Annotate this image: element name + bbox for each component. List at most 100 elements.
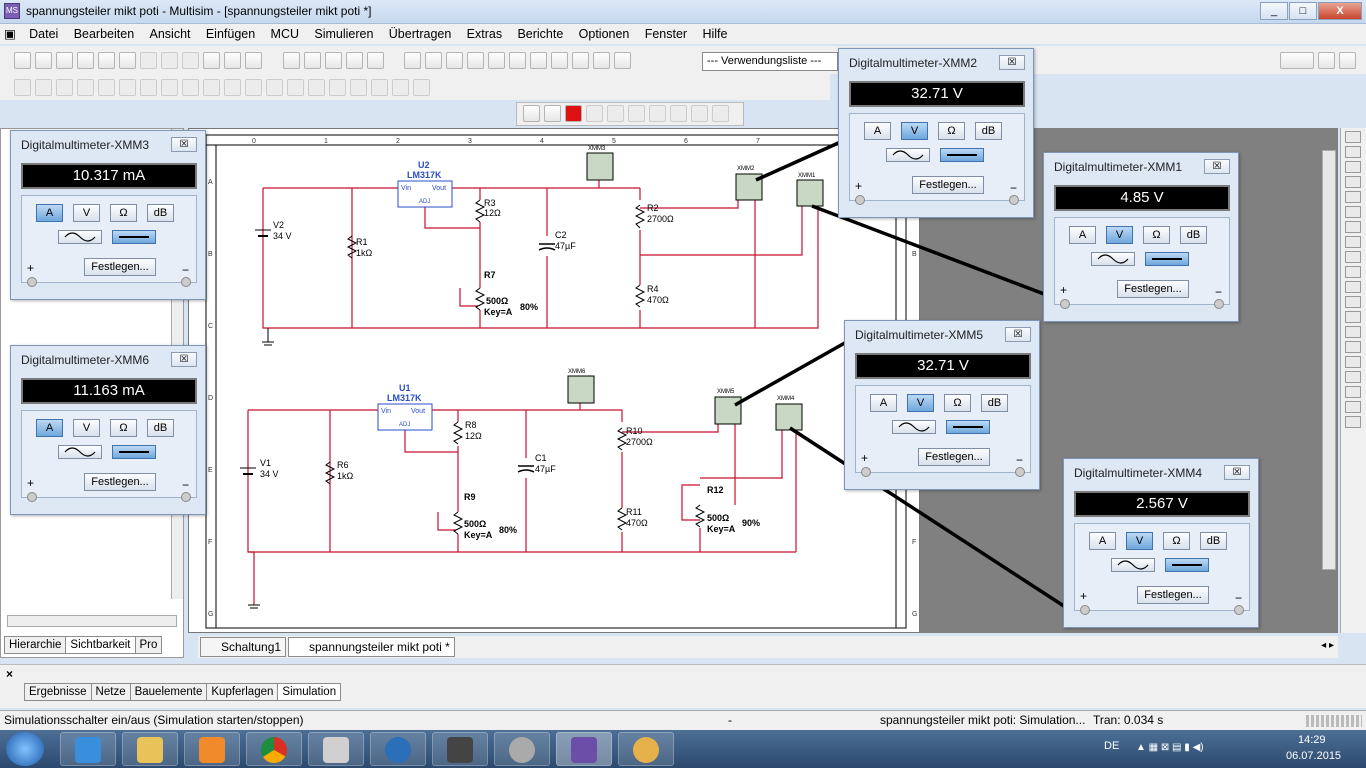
restore-icon[interactable]: [1318, 52, 1335, 69]
basic-icon[interactable]: [35, 79, 52, 96]
breadboard-icon[interactable]: [572, 52, 590, 69]
dc-button[interactable]: [1165, 558, 1209, 572]
tab-schaltung1[interactable]: Schaltung1: [200, 637, 287, 657]
maximize-button[interactable]: □: [1289, 2, 1317, 20]
menu-mcu[interactable]: MCU: [265, 25, 305, 43]
taskbar-network-app[interactable]: [370, 732, 426, 766]
zoom-out-icon[interactable]: [324, 52, 342, 69]
db-button[interactable]: dB: [147, 204, 174, 222]
minimize-button[interactable]: _: [1260, 2, 1288, 20]
volt-button[interactable]: V: [907, 394, 934, 412]
postprocessor-icon[interactable]: [530, 52, 548, 69]
function-generator-icon[interactable]: [1345, 146, 1361, 158]
network-analyzer-icon[interactable]: [1345, 326, 1361, 338]
volt-button[interactable]: V: [73, 204, 100, 222]
dc-button[interactable]: [112, 230, 156, 244]
annotate-icon[interactable]: [593, 52, 611, 69]
print-preview-icon[interactable]: [119, 52, 136, 69]
ampere-button[interactable]: A: [36, 419, 63, 437]
tab-hierarchie[interactable]: Hierarchie: [4, 636, 67, 654]
menu-hilfe[interactable]: Hilfe: [696, 25, 733, 43]
copy-icon[interactable]: [161, 52, 178, 69]
ampere-button[interactable]: A: [870, 394, 897, 412]
schematic-canvas[interactable]: 01 23 45 67 AB CD EF G AB CD EF G: [188, 128, 920, 633]
close-icon[interactable]: ☒: [171, 352, 197, 367]
misc-digital-icon[interactable]: [161, 79, 178, 96]
ac-wave-button[interactable]: [886, 148, 930, 162]
close-doc-icon[interactable]: [1339, 52, 1356, 69]
menu-einfuegen[interactable]: Einfügen: [200, 25, 261, 43]
ttl-icon[interactable]: [119, 79, 136, 96]
taskbar-multisim[interactable]: [556, 732, 612, 766]
taskbar-chrome[interactable]: [246, 732, 302, 766]
wire-icon[interactable]: [392, 79, 409, 96]
menu-uebertragen[interactable]: Übertragen: [383, 25, 458, 43]
multimeter-window-xmm1[interactable]: Digitalmultimeter-XMM1 ☒ 4.85 V A V Ω dB…: [1043, 152, 1239, 322]
plus-terminal[interactable]: [861, 467, 871, 477]
db-button[interactable]: dB: [981, 394, 1008, 412]
tab-sichtbarkeit[interactable]: Sichtbarkeit: [65, 636, 136, 654]
plus-terminal[interactable]: [27, 492, 37, 502]
taskbar-media-player[interactable]: [184, 732, 240, 766]
tray-icons[interactable]: ▲ ▦ ⊠ ▤ ▮ ◀): [1136, 742, 1204, 753]
tab-scroll-arrows[interactable]: ◂ ▸: [1321, 640, 1334, 651]
database-icon[interactable]: [467, 52, 485, 69]
new-icon[interactable]: [14, 52, 31, 69]
grid-icon[interactable]: [446, 52, 464, 69]
canvas-vscrollbar[interactable]: [1322, 150, 1336, 570]
menu-ansicht[interactable]: Ansicht: [144, 25, 197, 43]
redo-icon[interactable]: [245, 52, 262, 69]
document-icon[interactable]: ▣: [0, 24, 20, 43]
multisim-app-icon[interactable]: MS: [4, 3, 20, 19]
forward-annotate-icon[interactable]: [614, 52, 632, 69]
frequency-counter-icon[interactable]: [1345, 221, 1361, 233]
print-icon[interactable]: [98, 52, 115, 69]
ac-wave-button[interactable]: [58, 445, 102, 459]
spreadsheet-icon[interactable]: [425, 52, 443, 69]
start-button[interactable]: [6, 732, 44, 766]
agilent-oscilloscope-icon[interactable]: [1345, 371, 1361, 383]
toggle-breakpoint-icon[interactable]: [691, 105, 708, 122]
left-panel-scrollbar[interactable]: [7, 615, 177, 627]
word-generator-icon[interactable]: [1345, 236, 1361, 248]
db-button[interactable]: dB: [147, 419, 174, 437]
festlegen-button[interactable]: Festlegen...: [912, 176, 984, 194]
taskbar-explorer[interactable]: [122, 732, 178, 766]
place-connector-icon[interactable]: [413, 79, 430, 96]
ohm-button[interactable]: Ω: [1143, 226, 1170, 244]
grapher-icon[interactable]: [509, 52, 527, 69]
zoom-fit-icon[interactable]: [366, 52, 384, 69]
tab-projekt[interactable]: Pro: [134, 636, 163, 654]
cmos-icon[interactable]: [140, 79, 157, 96]
menu-extras[interactable]: Extras: [461, 25, 508, 43]
festlegen-button[interactable]: Festlegen...: [84, 258, 156, 276]
ohm-button[interactable]: Ω: [110, 419, 137, 437]
remove-breakpoints-icon[interactable]: [712, 105, 729, 122]
ampere-button[interactable]: A: [864, 122, 891, 140]
multimeter-window-xmm3[interactable]: Digitalmultimeter-XMM3 ☒ 10.317 mA A V Ω…: [10, 130, 206, 300]
misc-icon[interactable]: [245, 79, 262, 96]
clock-date[interactable]: 06.07.2015: [1286, 750, 1341, 762]
bode-plotter-icon[interactable]: [1345, 206, 1361, 218]
minus-terminal[interactable]: [1214, 299, 1224, 309]
minus-terminal[interactable]: [181, 277, 191, 287]
search-icon[interactable]: [404, 52, 422, 69]
festlegen-button[interactable]: Festlegen...: [1137, 586, 1209, 604]
stop-simulation-icon[interactable]: [565, 105, 582, 122]
electromechanical-icon[interactable]: [308, 79, 325, 96]
menu-fenster[interactable]: Fenster: [639, 25, 693, 43]
distortion-analyzer-icon[interactable]: [1345, 296, 1361, 308]
dc-button[interactable]: [112, 445, 156, 459]
menu-optionen[interactable]: Optionen: [573, 25, 636, 43]
agilent-generator-icon[interactable]: [1345, 341, 1361, 353]
tektronix-oscilloscope-icon[interactable]: [1345, 386, 1361, 398]
agilent-multimeter-icon[interactable]: [1345, 356, 1361, 368]
wattmeter-icon[interactable]: [1345, 161, 1361, 173]
volt-button[interactable]: V: [73, 419, 100, 437]
hierarchical-block-icon[interactable]: [350, 79, 367, 96]
taskbar-paint[interactable]: [618, 732, 674, 766]
close-spreadsheet-icon[interactable]: ×: [6, 667, 13, 681]
undo-icon[interactable]: [224, 52, 241, 69]
multimeter-window-xmm6[interactable]: Digitalmultimeter-XMM6 ☒ 11.163 mA A V Ω…: [10, 345, 206, 515]
close-icon[interactable]: ☒: [999, 55, 1025, 70]
